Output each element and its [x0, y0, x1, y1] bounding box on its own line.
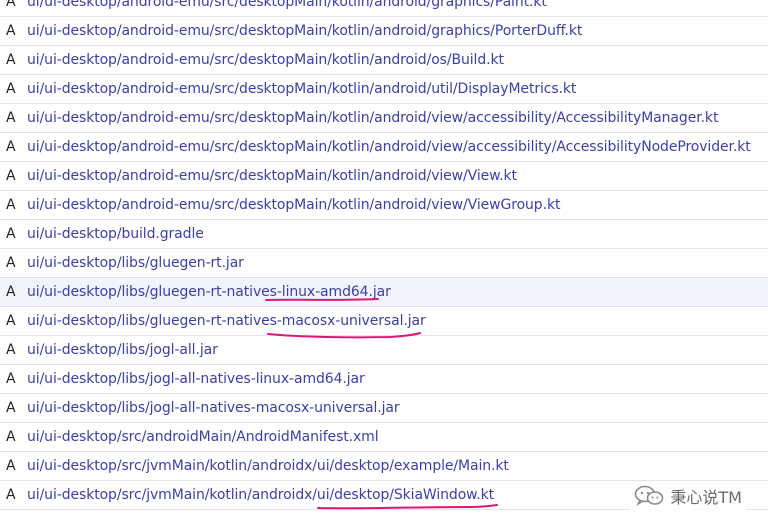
file-status: A	[6, 429, 16, 445]
watermark: 秉心说TM	[630, 482, 746, 510]
watermark-text: 秉心说TM	[670, 488, 742, 507]
file-status: A	[6, 0, 16, 10]
file-row[interactable]: A ui/ui-desktop/android-emu/src/desktopM…	[0, 133, 768, 162]
file-row[interactable]: A ui/ui-desktop/src/jvmMain/kotlin/andro…	[0, 452, 768, 481]
file-status: A	[6, 400, 16, 416]
file-row[interactable]: A ui/ui-desktop/libs/jogl-all-natives-ma…	[0, 394, 768, 423]
file-path-link[interactable]: ui/ui-desktop/android-emu/src/desktopMai…	[27, 139, 751, 155]
wechat-icon	[634, 485, 664, 507]
file-path-link[interactable]: ui/ui-desktop/src/jvmMain/kotlin/android…	[27, 458, 509, 474]
file-path-link[interactable]: ui/ui-desktop/android-emu/src/desktopMai…	[27, 197, 560, 213]
file-status: A	[6, 52, 16, 68]
file-status: A	[6, 226, 16, 242]
file-path-link[interactable]: ui/ui-desktop/android-emu/src/desktopMai…	[27, 0, 547, 10]
file-status: A	[6, 487, 16, 503]
file-status: A	[6, 139, 16, 155]
file-row[interactable]: A ui/ui-desktop/android-emu/src/desktopM…	[0, 17, 768, 46]
file-status: A	[6, 458, 16, 474]
file-row[interactable]: A ui/ui-desktop/libs/jogl-all.jar	[0, 336, 768, 365]
file-row[interactable]: A ui/ui-desktop/android-emu/src/desktopM…	[0, 0, 768, 17]
file-row[interactable]: A ui/ui-desktop/android-emu/src/desktopM…	[0, 191, 768, 220]
file-path-link[interactable]: ui/ui-desktop/android-emu/src/desktopMai…	[27, 23, 582, 39]
file-path-link[interactable]: ui/ui-desktop/libs/gluegen-rt.jar	[27, 255, 244, 271]
file-row[interactable]: A ui/ui-desktop/android-emu/src/desktopM…	[0, 46, 768, 75]
file-row[interactable]: A ui/ui-desktop/android-emu/src/desktopM…	[0, 104, 768, 133]
file-row-hovered[interactable]: A ui/ui-desktop/libs/gluegen-rt-natives-…	[0, 278, 768, 307]
file-path-link[interactable]: ui/ui-desktop/src/androidMain/AndroidMan…	[27, 429, 379, 445]
file-path-link[interactable]: ui/ui-desktop/libs/jogl-all.jar	[27, 342, 218, 358]
file-row[interactable]: A ui/ui-desktop/build.gradle	[0, 220, 768, 249]
file-status: A	[6, 23, 16, 39]
file-row[interactable]: A ui/ui-desktop/libs/jogl-all-natives-li…	[0, 365, 768, 394]
file-path-link[interactable]: ui/ui-desktop/android-emu/src/desktopMai…	[27, 168, 517, 184]
file-path-link[interactable]: ui/ui-desktop/libs/jogl-all-natives-maco…	[27, 400, 400, 416]
file-row[interactable]: A ui/ui-desktop/src/androidMain/AndroidM…	[0, 423, 768, 452]
changed-files-list: A ui/ui-desktop/android-emu/src/desktopM…	[0, 0, 768, 510]
file-path-link[interactable]: ui/ui-desktop/src/jvmMain/kotlin/android…	[27, 487, 494, 503]
file-row[interactable]: A ui/ui-desktop/android-emu/src/desktopM…	[0, 75, 768, 104]
file-path-link[interactable]: ui/ui-desktop/android-emu/src/desktopMai…	[27, 52, 504, 68]
file-status: A	[6, 342, 16, 358]
file-status: A	[6, 168, 16, 184]
file-path-link[interactable]: ui/ui-desktop/libs/gluegen-rt-natives-li…	[27, 284, 391, 300]
file-path-link[interactable]: ui/ui-desktop/build.gradle	[27, 226, 204, 242]
file-status: A	[6, 255, 16, 271]
file-status: A	[6, 81, 16, 97]
file-status: A	[6, 284, 16, 300]
file-path-link[interactable]: ui/ui-desktop/libs/gluegen-rt-natives-ma…	[27, 313, 426, 329]
file-status: A	[6, 110, 16, 126]
file-status: A	[6, 313, 16, 329]
file-row[interactable]: A ui/ui-desktop/android-emu/src/desktopM…	[0, 162, 768, 191]
file-status: A	[6, 371, 16, 387]
file-status: A	[6, 197, 16, 213]
file-path-link[interactable]: ui/ui-desktop/android-emu/src/desktopMai…	[27, 110, 718, 126]
file-row[interactable]: A ui/ui-desktop/libs/gluegen-rt-natives-…	[0, 307, 768, 336]
file-row[interactable]: A ui/ui-desktop/libs/gluegen-rt.jar	[0, 249, 768, 278]
file-path-link[interactable]: ui/ui-desktop/android-emu/src/desktopMai…	[27, 81, 576, 97]
file-path-link[interactable]: ui/ui-desktop/libs/jogl-all-natives-linu…	[27, 371, 365, 387]
